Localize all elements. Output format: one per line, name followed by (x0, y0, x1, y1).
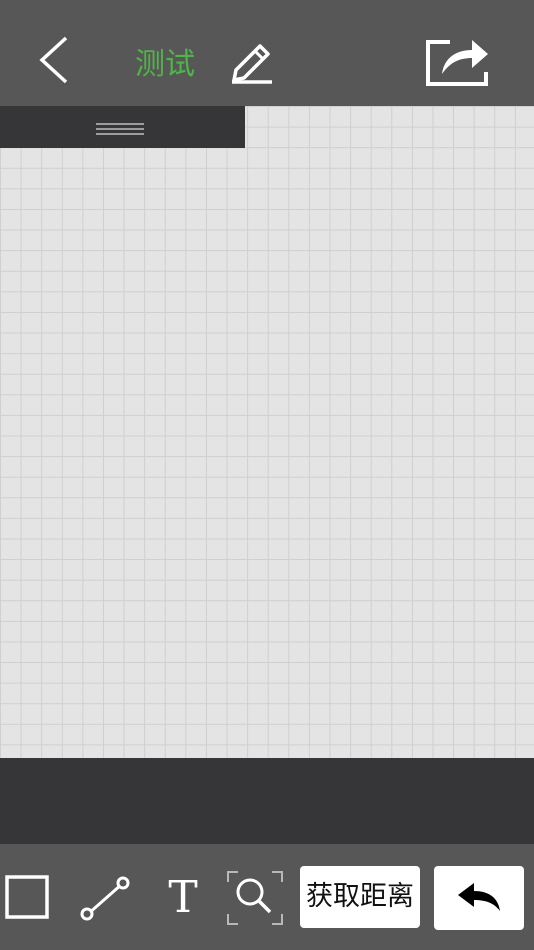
rectangle-tool-button[interactable] (4, 874, 50, 920)
info-panel (0, 758, 534, 844)
drag-handle-icon (96, 123, 144, 135)
share-export-icon (426, 40, 488, 86)
undo-button[interactable] (434, 866, 524, 930)
back-button[interactable] (30, 33, 78, 87)
page-title: 测试 (135, 47, 195, 82)
zoom-tool-button[interactable] (226, 870, 284, 926)
chevron-left-icon (39, 36, 68, 84)
line-segment-icon (80, 876, 130, 921)
pencil-icon (232, 44, 272, 84)
get-distance-button[interactable]: 获取距离 (300, 866, 420, 928)
share-button[interactable] (420, 34, 492, 90)
line-tool-button[interactable] (78, 874, 132, 922)
drawing-canvas[interactable] (0, 106, 534, 758)
zoom-select-icon (227, 871, 283, 925)
rectangle-icon (5, 875, 49, 919)
edit-title-button[interactable] (226, 36, 276, 86)
panel-toggle-tab[interactable] (0, 106, 245, 148)
text-tool-button[interactable]: T (160, 872, 206, 924)
undo-arrow-icon (458, 883, 500, 911)
